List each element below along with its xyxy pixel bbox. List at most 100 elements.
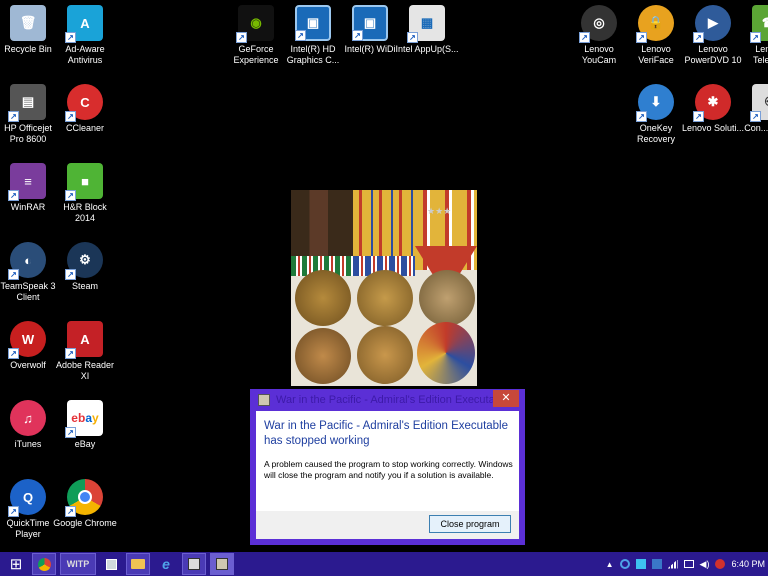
dialog-heading: War in the Pacific - Admiral's Edition E…	[264, 420, 509, 447]
intel-appup-icon: ▦ ↗	[407, 5, 445, 43]
desktop-icon-lenovo-telephony[interactable]: ☎↗ Lenovo Teleph...	[740, 5, 768, 81]
show-hidden-icons-arrow[interactable]: ▲	[606, 560, 614, 569]
icon-label: OneKey Recovery	[636, 123, 675, 144]
connection-manager-icon: ⚇↗	[750, 84, 768, 122]
telephony-icon: ☎↗	[750, 5, 768, 43]
desktop-icon-itunes[interactable]: ♫ iTunes	[0, 400, 58, 476]
desktop-icon-intel-appup[interactable]: ▦ ↗ Intel AppUp(S...	[395, 5, 459, 81]
ccleaner-icon: C ↗	[65, 84, 103, 122]
desktop-icon-hp-officejet[interactable]: ▤ ↗ HP Officejet Pro 8600	[0, 84, 58, 160]
internet-explorer-icon: e	[162, 556, 170, 572]
dialog-message: A problem caused the program to stop wor…	[264, 459, 513, 480]
icon-label: Intel AppUp(S...	[395, 44, 459, 54]
desktop-icon-teamspeak[interactable]: ◐ ↗ TeamSpeak 3 Client	[0, 242, 58, 318]
winrar-icon: ≡ ↗	[8, 163, 46, 201]
icon-label: Lenovo PowerDVD 10	[684, 44, 742, 65]
desktop-icon-lenovo-youcam[interactable]: ◎ ↗ Lenovo YouCam	[569, 5, 629, 81]
desktop-icon-lenovo-powerdvd[interactable]: ▶ ↗ Lenovo PowerDVD 10	[683, 5, 743, 81]
taskbar-file-explorer[interactable]	[126, 553, 150, 575]
taskbar-internet-explorer[interactable]: e	[154, 553, 178, 575]
wallpaper-medals-image: ★★★	[291, 190, 477, 386]
geforce-icon: ◉ ↗	[236, 5, 274, 43]
desktop-icon-ebay[interactable]: eb a y ↗ eBay	[55, 400, 115, 476]
medal	[357, 326, 413, 384]
dialog-body: War in the Pacific - Admiral's Edition E…	[256, 411, 519, 539]
start-button[interactable]: ⊞	[4, 553, 28, 575]
desktop-icon-recycle-bin[interactable]: 🗑 Recycle Bin	[0, 5, 58, 81]
icon-label: Ad-Aware Antivirus	[65, 44, 105, 65]
intel-graphics-icon: ▣ ↗	[295, 5, 331, 41]
steam-icon: ⚙ ↗	[65, 242, 103, 280]
tray-app-icon[interactable]	[715, 559, 726, 569]
desktop-icon-overwolf[interactable]: W ↗ Overwolf	[0, 321, 58, 397]
printer-icon: ▤ ↗	[8, 84, 46, 122]
overwolf-icon: W ↗	[8, 321, 46, 359]
icon-label: Lenovo VeriFace	[638, 44, 674, 65]
ad-aware-icon: A ↗	[65, 5, 103, 43]
close-button[interactable]: ✕	[493, 390, 519, 407]
recovery-icon: ⬇ ↗	[636, 84, 674, 122]
icon-label: Recycle Bin	[4, 44, 52, 54]
desktop-icon-adobe-reader[interactable]: A ↗ Adobe Reader XI	[55, 321, 115, 397]
icon-label: Adobe Reader XI	[55, 360, 115, 381]
desktop-icon-lenovo-solution[interactable]: ✱ ↗ Lenovo Soluti...	[681, 84, 745, 160]
desktop-icon-intel-widi[interactable]: ▣ ↗ Intel(R) WiDi	[340, 5, 400, 81]
taskbar-app[interactable]	[100, 553, 122, 575]
medal	[295, 270, 351, 326]
app-window-icon	[105, 558, 117, 570]
taskbar-game[interactable]	[182, 553, 206, 575]
close-program-button[interactable]: Close program	[429, 515, 511, 533]
desktop-icon-winrar[interactable]: ≡ ↗ WinRAR	[0, 163, 58, 239]
medal	[419, 270, 475, 326]
webcam-icon: ◎ ↗	[579, 5, 617, 43]
ebay-icon: eb a y ↗	[65, 400, 103, 438]
tray-app-icon[interactable]	[635, 559, 646, 569]
desktop-icon-intel-hd-graphics[interactable]: ▣ ↗ Intel(R) HD Graphics C...	[283, 5, 343, 81]
desktop-icon-ad-aware[interactable]: A ↗ Ad-Aware Antivirus	[55, 5, 115, 81]
tray-app-icon[interactable]	[619, 559, 630, 569]
taskbar-game-error[interactable]	[210, 553, 234, 575]
witp-label: WITP	[66, 559, 90, 569]
icon-label: Lenovo YouCam	[581, 44, 617, 65]
battery-icon[interactable]	[683, 560, 694, 568]
ribbon-stars: ★★★	[427, 206, 452, 216]
icon-label: HP Officejet Pro 8600	[4, 123, 52, 144]
desktop-icon-ccleaner[interactable]: C ↗ CCleaner	[55, 84, 115, 160]
recycle-bin-icon: 🗑	[10, 5, 46, 41]
chrome-icon	[37, 557, 51, 571]
adobe-reader-icon: A ↗	[65, 321, 103, 359]
signal-icon[interactable]	[667, 559, 678, 569]
desktop-icon-lenovo-veriface[interactable]: 🔒 ↗ Lenovo VeriFace	[626, 5, 686, 81]
teamspeak-icon: ◐ ↗	[8, 242, 46, 280]
quicktime-icon: Q ↗	[8, 479, 46, 517]
desktop-icon-geforce[interactable]: ◉ ↗ GeForce Experience	[226, 5, 286, 81]
icon-label: GeForce Experience	[233, 44, 279, 65]
icon-label: QuickTime Player	[6, 518, 50, 539]
icon-label: Overwolf	[10, 360, 46, 370]
solution-center-icon: ✱ ↗	[693, 84, 731, 122]
desktop-icon-quicktime[interactable]: Q ↗ QuickTime Player	[0, 479, 58, 555]
icon-label: Lenovo Soluti...	[681, 123, 745, 133]
desktop-icon-steam[interactable]: ⚙ ↗ Steam	[55, 242, 115, 318]
itunes-icon: ♫	[10, 400, 46, 436]
icon-label: CCleaner	[65, 123, 105, 133]
taskbar-chrome[interactable]	[32, 553, 56, 575]
tray-app-icon[interactable]	[651, 559, 662, 569]
desktop-icon-hr-block[interactable]: ■ ↗ H&R Block 2014	[55, 163, 115, 239]
dialog-titlebar[interactable]: War in the Pacific - Admiral's Edition E…	[256, 389, 519, 411]
taskbar-witp[interactable]: WITP	[60, 553, 96, 575]
clock[interactable]: 6:40 PM	[731, 559, 765, 569]
desktop-icon-connection-manager[interactable]: ⚇↗ Con... Man...	[740, 84, 768, 160]
desktop-icon-onekey-recovery[interactable]: ⬇ ↗ OneKey Recovery	[626, 84, 686, 160]
icon-label: Lenovo Teleph...	[752, 44, 768, 65]
icon-label: Google Chrome	[53, 518, 117, 528]
medal	[417, 322, 475, 384]
desktop-icon-google-chrome[interactable]: ↗ Google Chrome	[53, 479, 117, 555]
icon-label: TeamSpeak 3 Client	[0, 281, 56, 302]
dialog-footer: Close program	[256, 511, 519, 539]
powerdvd-icon: ▶ ↗	[693, 5, 731, 43]
volume-icon[interactable]: ◀)	[700, 559, 710, 570]
taskbar: ⊞ WITP e ▲ ◀) 6:40 PM	[0, 552, 768, 576]
error-dialog: War in the Pacific - Admiral's Edition E…	[250, 389, 525, 545]
icon-label: iTunes	[14, 439, 42, 449]
